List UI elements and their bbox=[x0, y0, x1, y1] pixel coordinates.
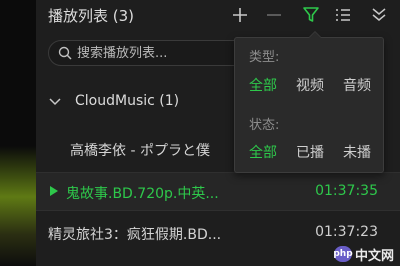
minus-icon[interactable] bbox=[265, 6, 283, 24]
item-duration: 01:37:35 bbox=[315, 183, 378, 199]
type-option-video[interactable]: 视频 bbox=[296, 75, 324, 95]
item-name: 精灵旅社3：疯狂假期.BD... bbox=[48, 227, 222, 243]
playlist-header: 播放列表 (3) bbox=[36, 0, 400, 34]
filter-icon[interactable] bbox=[302, 6, 320, 24]
type-option-audio[interactable]: 音频 bbox=[343, 75, 371, 95]
status-option-all[interactable]: 全部 bbox=[249, 142, 277, 162]
group-label: CloudMusic (1) bbox=[75, 93, 180, 109]
type-filter-label: 类型: bbox=[249, 50, 280, 65]
playlist-item-playing[interactable]: 鬼故事.BD.720p.中英... 01:37:35 bbox=[36, 172, 400, 211]
search-icon bbox=[58, 46, 72, 60]
status-filter-label: 状态: bbox=[249, 118, 280, 133]
plus-icon[interactable] bbox=[231, 6, 249, 24]
site-watermark: php 中文网 bbox=[333, 244, 394, 264]
item-name: 高橋李依 - ポプラと僕 bbox=[70, 143, 210, 159]
watermark-text: 中文网 bbox=[354, 248, 394, 264]
item-name: 鬼故事.BD.720p.中英... bbox=[66, 186, 219, 202]
chevron-down-icon[interactable] bbox=[48, 95, 62, 109]
item-duration: 01:37:23 bbox=[315, 224, 378, 240]
type-option-all[interactable]: 全部 bbox=[249, 75, 277, 95]
status-option-unplayed[interactable]: 未播 bbox=[343, 142, 371, 162]
filter-dropdown: 类型: 全部 视频 音频 状态: 全部 已播 未播 bbox=[234, 31, 384, 173]
watermark-logo: php bbox=[333, 246, 353, 262]
double-chevron-down-icon[interactable] bbox=[370, 6, 388, 24]
playlist-panel: 播放列表 (3) CloudMusic (1) bbox=[36, 0, 400, 266]
now-playing-icon bbox=[50, 186, 58, 196]
playlist-title: 播放列表 (3) bbox=[48, 7, 135, 25]
video-preview-strip bbox=[0, 0, 36, 266]
list-menu-icon[interactable] bbox=[334, 6, 352, 24]
dropdown-caret bbox=[308, 31, 322, 38]
status-option-played[interactable]: 已播 bbox=[296, 142, 324, 162]
